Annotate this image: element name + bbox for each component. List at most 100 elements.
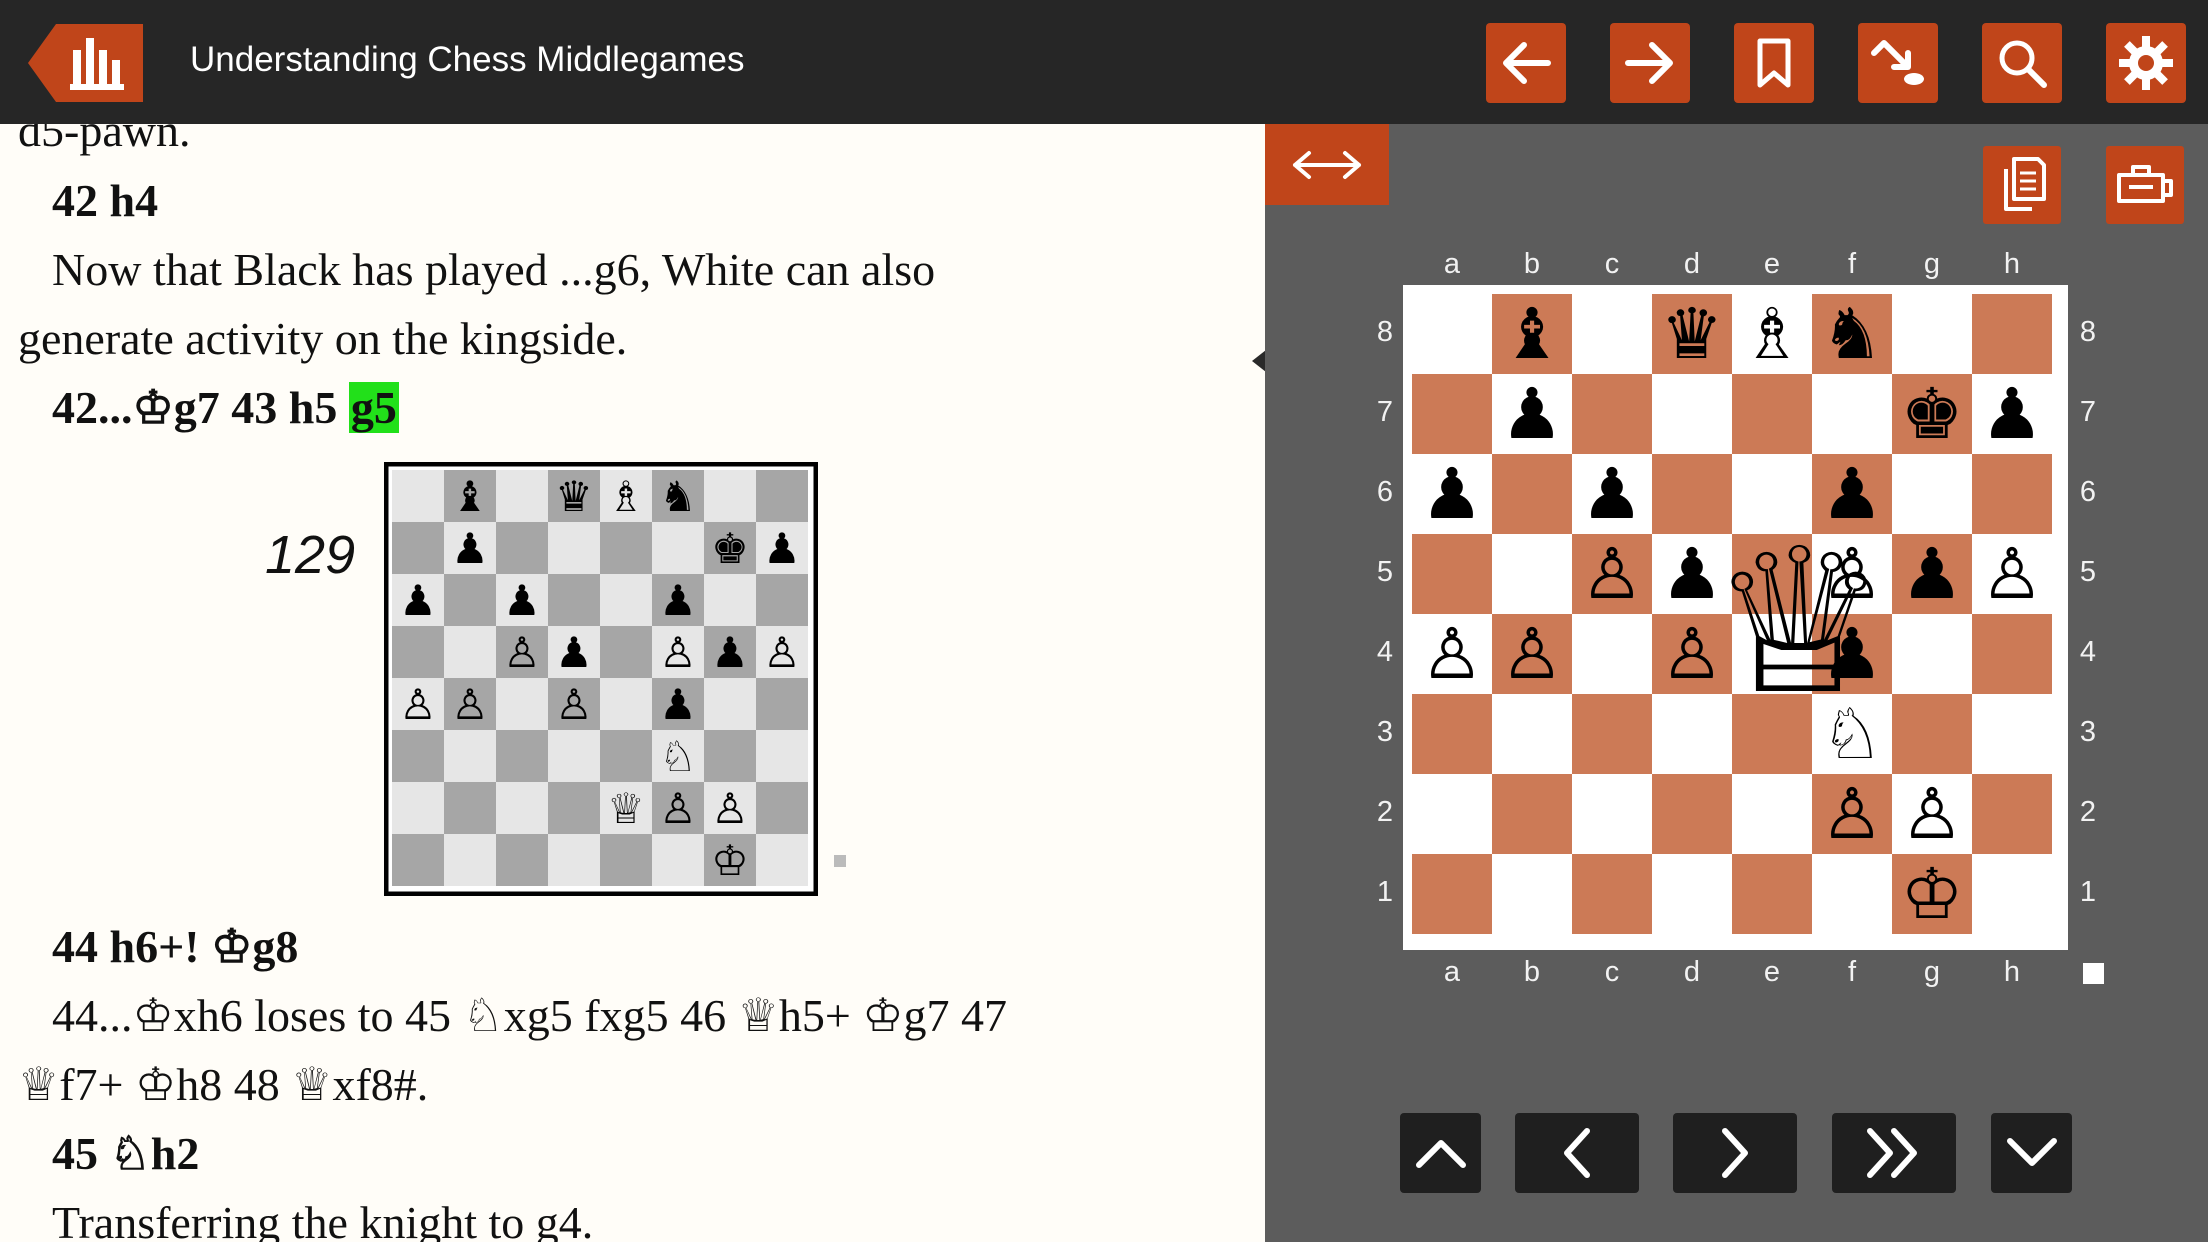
rank-label-3-left: 3 xyxy=(1376,716,1394,748)
bookmark-button[interactable] xyxy=(1734,23,1814,103)
square-a2[interactable] xyxy=(1412,774,1492,854)
diagram-square-h3 xyxy=(756,730,808,782)
previous-move-button[interactable] xyxy=(1515,1113,1639,1193)
square-c4[interactable] xyxy=(1572,614,1652,694)
back-button[interactable] xyxy=(1486,23,1566,103)
square-d2[interactable] xyxy=(1652,774,1732,854)
piece-a4[interactable]: ♙ xyxy=(1412,614,1492,694)
square-h4[interactable] xyxy=(1972,614,2052,694)
square-g4[interactable] xyxy=(1892,614,1972,694)
square-h8[interactable] xyxy=(1972,294,2052,374)
current-move-highlight[interactable]: g5 xyxy=(348,382,399,433)
piece-f8[interactable]: ♞ xyxy=(1812,294,1892,374)
square-c2[interactable] xyxy=(1572,774,1652,854)
file-label-f-bottom: f xyxy=(1847,956,1857,988)
book-text-pane[interactable]: d5-pawn. 42 h4 Now that Black has played… xyxy=(0,124,1265,1242)
settings-button[interactable] xyxy=(2106,23,2186,103)
square-b3[interactable] xyxy=(1492,694,1572,774)
square-c1[interactable] xyxy=(1572,854,1652,934)
square-e7[interactable] xyxy=(1732,374,1812,454)
square-g6[interactable] xyxy=(1892,454,1972,534)
piece-b4[interactable]: ♙ xyxy=(1492,614,1572,694)
piece-c6[interactable]: ♟ xyxy=(1572,454,1652,534)
piece-a6[interactable]: ♟ xyxy=(1412,454,1492,534)
move-line[interactable]: 42 h4 xyxy=(52,178,158,224)
pane-collapse-handle[interactable] xyxy=(1252,350,1266,372)
next-move-button[interactable] xyxy=(1673,1113,1797,1193)
chevron-down-icon xyxy=(2006,1138,2057,1166)
resize-pane-button[interactable] xyxy=(1265,124,1389,205)
file-label-b-top: b xyxy=(1523,248,1541,280)
copy-button[interactable] xyxy=(1983,146,2061,224)
nav-up-button[interactable] xyxy=(1400,1113,1481,1193)
diagram-square-c8 xyxy=(496,470,548,522)
piece-h5[interactable]: ♙ xyxy=(1972,534,2052,614)
square-e1[interactable] xyxy=(1732,854,1812,934)
piece-e8[interactable]: ♗ xyxy=(1732,294,1812,374)
square-f7[interactable] xyxy=(1812,374,1892,454)
forward-button[interactable] xyxy=(1610,23,1690,103)
piece-g5[interactable]: ♟ xyxy=(1892,534,1972,614)
move-text[interactable]: 42...♔g7 43 h5 xyxy=(52,382,349,433)
square-f1[interactable] xyxy=(1812,854,1892,934)
square-g3[interactable] xyxy=(1892,694,1972,774)
square-c7[interactable] xyxy=(1572,374,1652,454)
square-e2[interactable] xyxy=(1732,774,1812,854)
move-line[interactable]: 44 h6+! ♔g8 xyxy=(52,924,298,970)
square-h6[interactable] xyxy=(1972,454,2052,534)
square-g8[interactable] xyxy=(1892,294,1972,374)
book-diagram[interactable]: ♝ ♛ ♗ ♞ ♟ ♚ ♟ ♟ ♟ ♟ ♙ ♟ ♙ ♟ ♙ ♙ ♙ ♙ ♟ ♘ ♕ ♙ ♙ ♔ xyxy=(383,461,819,901)
diagram-number: 129 xyxy=(265,525,356,585)
square-c3[interactable] xyxy=(1572,694,1652,774)
piece-b7[interactable]: ♟ xyxy=(1492,374,1572,454)
square-b2[interactable] xyxy=(1492,774,1572,854)
file-label-f-top: f xyxy=(1847,248,1857,280)
dragging-queen[interactable]: ♕ xyxy=(1704,523,1894,723)
square-a1[interactable] xyxy=(1412,854,1492,934)
diagram-square-c2 xyxy=(496,782,548,834)
file-label-g-top: g xyxy=(1923,248,1941,280)
diagram-square-e6 xyxy=(600,574,652,626)
gear-icon xyxy=(2119,36,2173,90)
chevron-up-icon xyxy=(1415,1140,1466,1168)
square-h3[interactable] xyxy=(1972,694,2052,774)
diagram-piece-f3: ♘ xyxy=(659,732,697,781)
search-button[interactable] xyxy=(1982,23,2062,103)
square-d7[interactable] xyxy=(1652,374,1732,454)
diagram-piece-b8: ♝ xyxy=(451,472,489,521)
square-a5[interactable] xyxy=(1412,534,1492,614)
piece-g2[interactable]: ♙ xyxy=(1892,774,1972,854)
engine-button[interactable] xyxy=(2106,146,2184,224)
square-c8[interactable] xyxy=(1572,294,1652,374)
jump-to-move-button[interactable] xyxy=(1858,23,1938,103)
square-h1[interactable] xyxy=(1972,854,2052,934)
library-button[interactable] xyxy=(28,24,143,102)
piece-g7[interactable]: ♚ xyxy=(1892,374,1972,454)
piece-d8[interactable]: ♛ xyxy=(1652,294,1732,374)
square-b5[interactable] xyxy=(1492,534,1572,614)
piece-f2[interactable]: ♙ xyxy=(1812,774,1892,854)
diagram-square-b5 xyxy=(444,626,496,678)
piece-g1[interactable]: ♔ xyxy=(1892,854,1972,934)
last-move-button[interactable] xyxy=(1832,1113,1956,1193)
piece-h7[interactable]: ♟ xyxy=(1972,374,2052,454)
library-icon xyxy=(28,24,143,102)
diagram-square-b6 xyxy=(444,574,496,626)
rank-label-3-right: 3 xyxy=(2079,716,2097,748)
move-line[interactable]: 42...♔g7 43 h5 g5 xyxy=(52,382,399,433)
square-d1[interactable] xyxy=(1652,854,1732,934)
square-a7[interactable] xyxy=(1412,374,1492,454)
square-h2[interactable] xyxy=(1972,774,2052,854)
square-a3[interactable] xyxy=(1412,694,1492,774)
square-a8[interactable] xyxy=(1412,294,1492,374)
square-b6[interactable] xyxy=(1492,454,1572,534)
nav-down-button[interactable] xyxy=(1991,1113,2072,1193)
square-b1[interactable] xyxy=(1492,854,1572,934)
piece-b8[interactable]: ♝ xyxy=(1492,294,1572,374)
rank-label-2-left: 2 xyxy=(1376,796,1394,828)
rank-label-8-right: 8 xyxy=(2079,316,2097,348)
engine-icon xyxy=(2117,165,2173,203)
rank-label-6-right: 6 xyxy=(2079,476,2097,508)
piece-c5[interactable]: ♙ xyxy=(1572,534,1652,614)
move-line[interactable]: 45 ♘h2 xyxy=(52,1131,199,1177)
